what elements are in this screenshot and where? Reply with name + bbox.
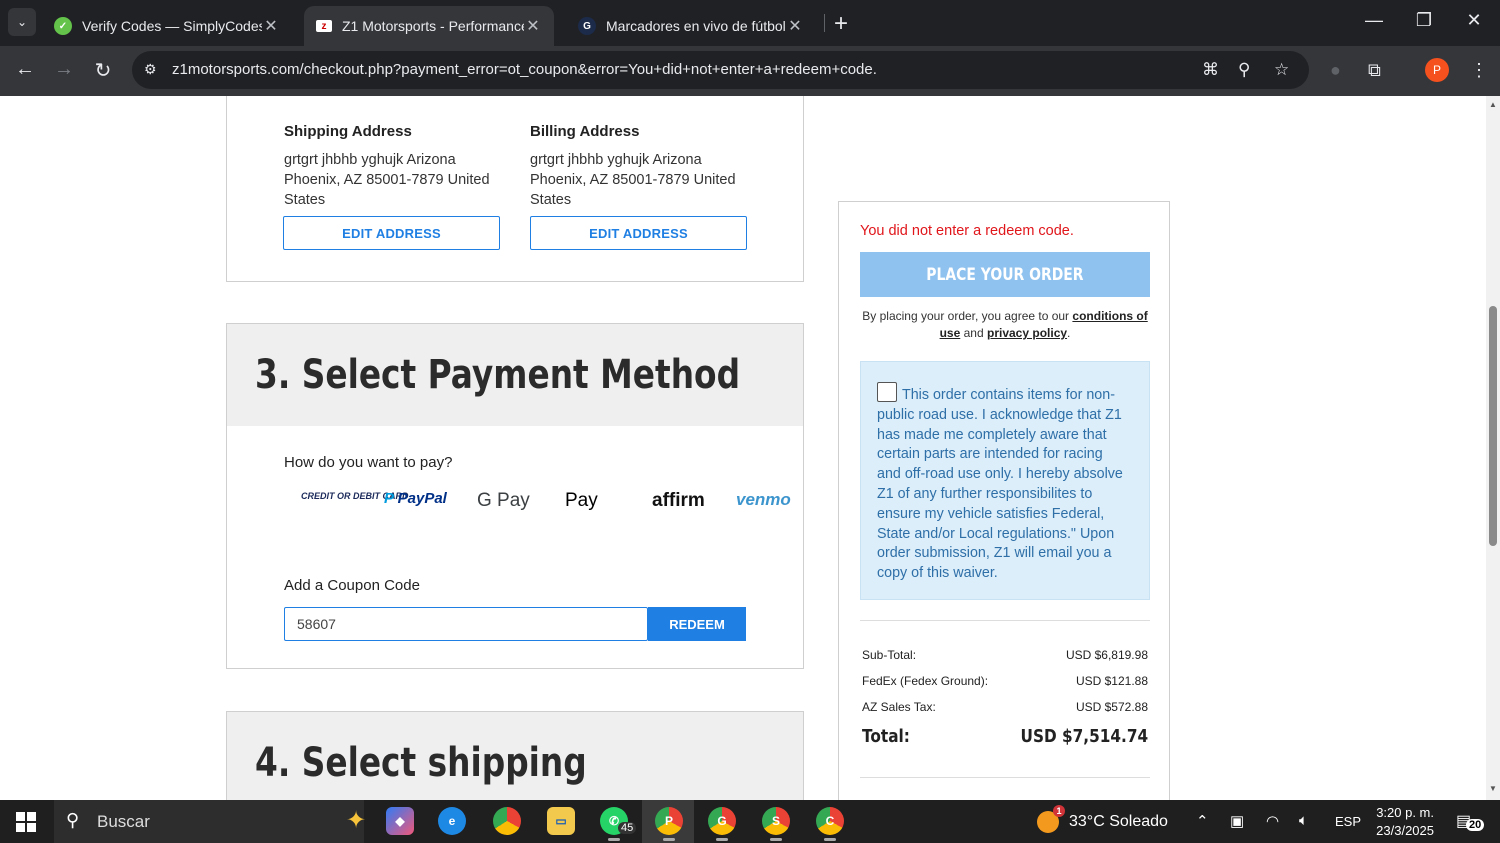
paypal-option[interactable]: P PayPal	[384, 490, 447, 507]
shipping-address-text: grtgrt jhbhb yghujk Arizona Phoenix, AZ …	[284, 152, 490, 208]
bookmark-star-icon[interactable]: ☆	[1274, 60, 1289, 80]
venmo-option[interactable]: venmo	[736, 490, 791, 510]
site-info-icon[interactable]: ⚙	[144, 61, 157, 78]
shipping-section-title: 4. Select shipping	[255, 740, 587, 786]
payment-section-title: 3. Select Payment Method	[255, 352, 741, 398]
payment-method-panel: 3. Select Payment Method How do you want…	[226, 323, 804, 669]
browser-toolbar: ← → ↻ ⚙ z1motorsports.com/checkout.php?p…	[0, 46, 1500, 96]
extensions-icon[interactable]: ⧉	[1368, 60, 1381, 81]
paypal-p-icon: P	[384, 490, 394, 507]
profile-avatar[interactable]: P	[1425, 58, 1449, 82]
order-summary: You did not enter a redeem code. PLACE Y…	[838, 201, 1170, 800]
back-icon[interactable]: ←	[12, 58, 38, 81]
coupon-input[interactable]: 58607	[284, 607, 648, 641]
close-tab-icon[interactable]: ✕	[786, 16, 804, 36]
z1-favicon-icon: z	[316, 20, 332, 32]
racing-waiver-box: This order contains items for non-public…	[860, 361, 1150, 600]
chrome-profile-s-icon[interactable]: S	[762, 807, 790, 841]
browser-menu-icon[interactable]: ⋮	[1470, 60, 1488, 81]
windows-taskbar: ⚲ Buscar ✦ ◆ e ▭ ✆ 45 P G S C 1 33°C Sol…	[0, 800, 1500, 843]
subtotal-row: Sub-Total: USD $6,819.98	[862, 648, 1148, 662]
edit-shipping-address-button[interactable]: EDIT ADDRESS	[283, 216, 500, 250]
volume-icon[interactable]: 🔈︎	[1299, 812, 1308, 829]
url-text[interactable]: z1motorsports.com/checkout.php?payment_e…	[172, 61, 877, 78]
tab-simplycodes[interactable]: ✓ Verify Codes — SimplyCodes ✕	[42, 6, 292, 46]
language-indicator[interactable]: ESP	[1335, 814, 1361, 829]
close-tab-icon[interactable]: ✕	[262, 16, 280, 36]
google-pay-option[interactable]: G Pay	[477, 490, 530, 512]
chrome-profile-g-icon[interactable]: G	[708, 807, 736, 841]
shipping-cost-row: FedEx (Fedex Ground): USD $121.88	[862, 674, 1148, 688]
page-scrollbar[interactable]: ▲ ▼	[1486, 96, 1500, 800]
payment-question: How do you want to pay?	[284, 454, 453, 471]
tab-strip: ⌄ ✓ Verify Codes — SimplyCodes ✕ z Z1 Mo…	[0, 0, 1500, 46]
new-tab-icon[interactable]: +	[834, 10, 848, 38]
whatsapp-badge: 45	[618, 822, 637, 834]
privacy-policy-link[interactable]: privacy policy	[987, 326, 1067, 340]
notifications-icon[interactable]: ▤ 20	[1456, 811, 1485, 831]
address-panel: Shipping Address grtgrt jhbhb yghujk Ari…	[226, 96, 804, 282]
place-order-button[interactable]: PLACE YOUR ORDER	[860, 252, 1150, 297]
scroll-thumb[interactable]	[1489, 306, 1497, 546]
waiver-text: This order contains items for non-public…	[877, 387, 1123, 582]
waiver-checkbox[interactable]	[877, 382, 897, 402]
shipping-section-header: 4. Select shipping	[227, 712, 803, 800]
copilot-app-icon[interactable]: ◆	[386, 807, 414, 835]
edge-app-icon[interactable]: e	[438, 807, 466, 835]
chrome-profile-p-icon[interactable]: P	[655, 807, 683, 841]
address-bar[interactable]: ⚙ z1motorsports.com/checkout.php?payment…	[132, 51, 1309, 89]
redeem-button[interactable]: REDEEM	[648, 607, 746, 641]
zoom-icon[interactable]: ⚲	[1238, 60, 1250, 80]
billing-address-text: grtgrt jhbhb yghujk Arizona Phoenix, AZ …	[530, 152, 736, 208]
tab-search-icon[interactable]: ⌄	[8, 8, 36, 36]
coupon-label: Add a Coupon Code	[284, 577, 420, 594]
billing-address-heading: Billing Address	[530, 123, 640, 140]
scroll-up-icon[interactable]: ▲	[1489, 100, 1497, 109]
simplycodes-favicon-icon: ✓	[54, 17, 72, 35]
flashscore-favicon-icon: G	[578, 17, 596, 35]
close-window-icon[interactable]: ✕	[1454, 10, 1494, 31]
order-agreement-text: By placing your order, you agree to our …	[862, 309, 1148, 340]
shipping-address-heading: Shipping Address	[284, 123, 412, 140]
minimize-icon[interactable]: —	[1354, 10, 1394, 31]
edit-billing-address-button[interactable]: EDIT ADDRESS	[530, 216, 747, 250]
search-icon: ⚲	[66, 810, 80, 830]
tab-divider	[824, 14, 825, 32]
billing-address: Billing Address grtgrt jhbhb yghujk Ariz…	[530, 123, 750, 210]
apple-pay-option[interactable]: Pay	[565, 490, 598, 512]
page-viewport: Shipping Address grtgrt jhbhb yghujk Ari…	[0, 96, 1486, 800]
shipping-method-panel: 4. Select shipping	[226, 711, 804, 800]
sun-icon: 1	[1037, 805, 1065, 833]
summary-divider	[860, 620, 1150, 621]
chrome-profile-c-icon[interactable]: C	[816, 807, 844, 841]
clock[interactable]: 3:20 p. m. 23/3/2025	[1374, 804, 1434, 840]
extension-puzzle-dim-icon[interactable]: ●	[1330, 60, 1341, 81]
credit-card-option[interactable]: CREDIT OR DEBIT CARD	[301, 492, 409, 501]
windows-start-icon[interactable]	[16, 812, 36, 832]
reload-icon[interactable]: ↻	[90, 58, 116, 83]
taskbar-search[interactable]: ⚲ Buscar ✦	[54, 800, 366, 843]
restore-icon[interactable]: ❐	[1404, 10, 1444, 31]
copilot-sparkle-icon[interactable]: ✦	[346, 806, 366, 835]
translate-icon[interactable]: ⌘	[1202, 60, 1219, 80]
tab-z1motorsports[interactable]: z Z1 Motorsports - Performance ( ✕	[304, 6, 554, 46]
total-row: Total: USD $7,514.74	[862, 726, 1148, 747]
shipping-address: Shipping Address grtgrt jhbhb yghujk Ari…	[284, 123, 504, 210]
affirm-option[interactable]: affirm	[652, 490, 705, 512]
scroll-down-icon[interactable]: ▼	[1489, 784, 1497, 793]
chrome-app-icon[interactable]	[493, 807, 521, 835]
weather-widget[interactable]: 1 33°C Soleado	[1037, 805, 1168, 833]
close-tab-icon[interactable]: ✕	[524, 16, 542, 36]
summary-divider	[860, 777, 1150, 778]
sales-tax-row: AZ Sales Tax: USD $572.88	[862, 700, 1148, 714]
tray-expand-icon[interactable]: ⌃	[1196, 812, 1209, 830]
payment-section-header: 3. Select Payment Method	[227, 324, 803, 426]
redeem-error-message: You did not enter a redeem code.	[860, 223, 1074, 239]
wifi-icon[interactable]: ◠	[1266, 812, 1279, 830]
meet-now-icon[interactable]: ▣	[1230, 812, 1244, 830]
tab-marcadores[interactable]: G Marcadores en vivo de fútbol, C ✕	[566, 6, 816, 46]
file-explorer-icon[interactable]: ▭	[547, 807, 575, 835]
forward-icon[interactable]: →	[51, 58, 77, 81]
